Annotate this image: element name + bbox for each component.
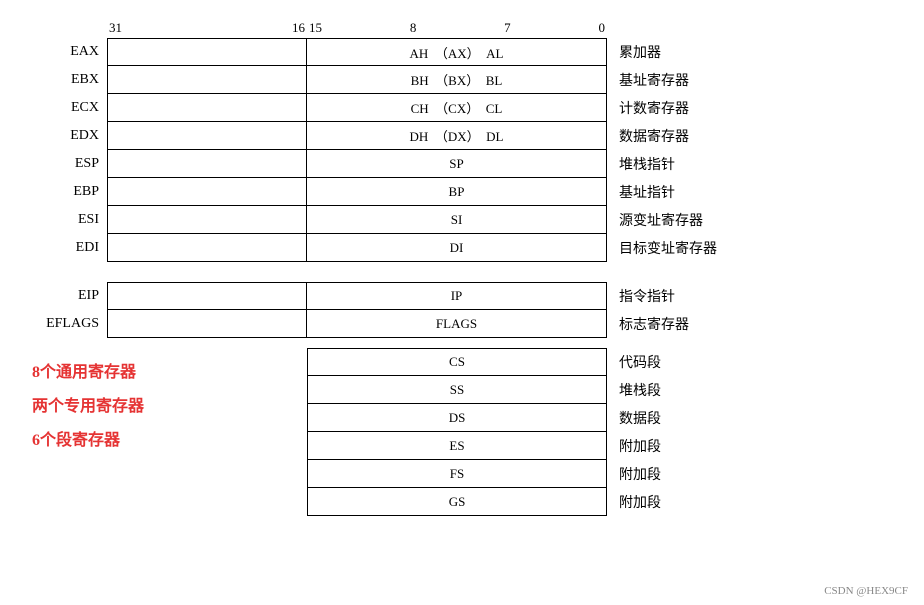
register-desc: 堆栈指针 [607, 150, 757, 178]
segment-registers-section: 8个通用寄存器 两个专用寄存器 6个段寄存器 CS 代码段 SS 堆栈段 DS … [32, 348, 892, 516]
reg-low-box: BP [307, 178, 607, 206]
bit-number-header: 31 16 15 8 7 0 [107, 20, 892, 36]
register-desc: 计数寄存器 [607, 94, 757, 122]
reg-low-box: CH （CX） CL [307, 94, 607, 122]
register-desc: 基址指针 [607, 178, 757, 206]
register-desc: 数据段 [607, 404, 757, 432]
register-name: EAX [32, 38, 107, 66]
register-desc: 代码段 [607, 348, 757, 376]
register-name: EBP [32, 178, 107, 206]
table-row: EAX AH （AX） AL 累加器 [32, 38, 892, 66]
reg-low-box: DI [307, 234, 607, 262]
bit-31: 31 [109, 20, 122, 36]
table-row: GS 附加段 [307, 488, 757, 516]
segment-register-ds: DS [307, 404, 607, 432]
reg-full-box: IP [307, 282, 607, 310]
segment-register-fs: FS [307, 460, 607, 488]
table-row: EDX DH （DX） DL 数据寄存器 [32, 122, 892, 150]
segment-register-cs: CS [307, 348, 607, 376]
reg-high-box [107, 178, 307, 206]
table-row: EIP IP 指令指针 [32, 282, 892, 310]
reg-low-box: DH （DX） DL [307, 122, 607, 150]
reg-high-box [107, 206, 307, 234]
bit-right-labels: 15 8 7 0 [307, 20, 607, 36]
summary-line-2: 两个专用寄存器 [32, 392, 232, 416]
register-desc: 源变址寄存器 [607, 206, 757, 234]
register-desc: 目标变址寄存器 [607, 234, 757, 262]
table-row: ESI SI 源变址寄存器 [32, 206, 892, 234]
register-desc: 累加器 [607, 38, 757, 66]
register-desc: 堆栈段 [607, 376, 757, 404]
register-name: ECX [32, 94, 107, 122]
reg-low-box: SP [307, 150, 607, 178]
table-row: EBP BP 基址指针 [32, 178, 892, 206]
table-row: ESP SP 堆栈指针 [32, 150, 892, 178]
table-row: FS 附加段 [307, 460, 757, 488]
general-registers: EAX AH （AX） AL 累加器 EBX BH （BX） BL 基址寄存器 … [32, 38, 892, 262]
segment-register-ss: SS [307, 376, 607, 404]
bit-15: 15 [309, 20, 322, 36]
reg-high-box [107, 282, 307, 310]
table-row: SS 堆栈段 [307, 376, 757, 404]
reg-high-box [107, 94, 307, 122]
register-desc: 数据寄存器 [607, 122, 757, 150]
bit-7: 7 [504, 20, 511, 36]
reg-high-box [107, 122, 307, 150]
summary-text: 8个通用寄存器 两个专用寄存器 6个段寄存器 [32, 348, 232, 450]
register-name: ESI [32, 206, 107, 234]
summary-line-1: 8个通用寄存器 [32, 358, 232, 382]
reg-high-box [107, 150, 307, 178]
bit-8: 8 [410, 20, 417, 36]
segment-register-gs: GS [307, 488, 607, 516]
table-row: CS 代码段 [307, 348, 757, 376]
register-name: EBX [32, 66, 107, 94]
segment-register-es: ES [307, 432, 607, 460]
register-desc: 附加段 [607, 488, 757, 516]
segment-register-boxes: CS 代码段 SS 堆栈段 DS 数据段 ES 附加段 FS 附加段 GS 附加… [307, 348, 757, 516]
reg-low-box: SI [307, 206, 607, 234]
reg-high-box [107, 310, 307, 338]
register-desc: 附加段 [607, 432, 757, 460]
reg-low-box: AH （AX） AL [307, 38, 607, 66]
table-row: ES 附加段 [307, 432, 757, 460]
reg-high-box [107, 38, 307, 66]
summary-line-3: 6个段寄存器 [32, 426, 232, 450]
special-registers: EIP IP 指令指针 EFLAGS FLAGS 标志寄存器 [32, 282, 892, 338]
register-name: EDX [32, 122, 107, 150]
register-name: EIP [32, 282, 107, 310]
table-row: EFLAGS FLAGS 标志寄存器 [32, 310, 892, 338]
register-desc: 标志寄存器 [607, 310, 757, 338]
bit-16: 16 [292, 20, 305, 36]
table-row: EDI DI 目标变址寄存器 [32, 234, 892, 262]
register-name: EDI [32, 234, 107, 262]
register-name: EFLAGS [32, 310, 107, 338]
reg-low-box: BH （BX） BL [307, 66, 607, 94]
watermark: CSDN @HEX9CF [824, 585, 908, 597]
table-row: EBX BH （BX） BL 基址寄存器 [32, 66, 892, 94]
register-desc: 指令指针 [607, 282, 757, 310]
register-name: ESP [32, 150, 107, 178]
reg-high-box [107, 66, 307, 94]
bit-left-labels: 31 16 [107, 20, 307, 36]
reg-full-box: FLAGS [307, 310, 607, 338]
bit-0: 0 [598, 20, 605, 36]
table-row: DS 数据段 [307, 404, 757, 432]
register-desc: 附加段 [607, 460, 757, 488]
register-desc: 基址寄存器 [607, 66, 757, 94]
table-row: ECX CH （CX） CL 计数寄存器 [32, 94, 892, 122]
reg-high-box [107, 234, 307, 262]
